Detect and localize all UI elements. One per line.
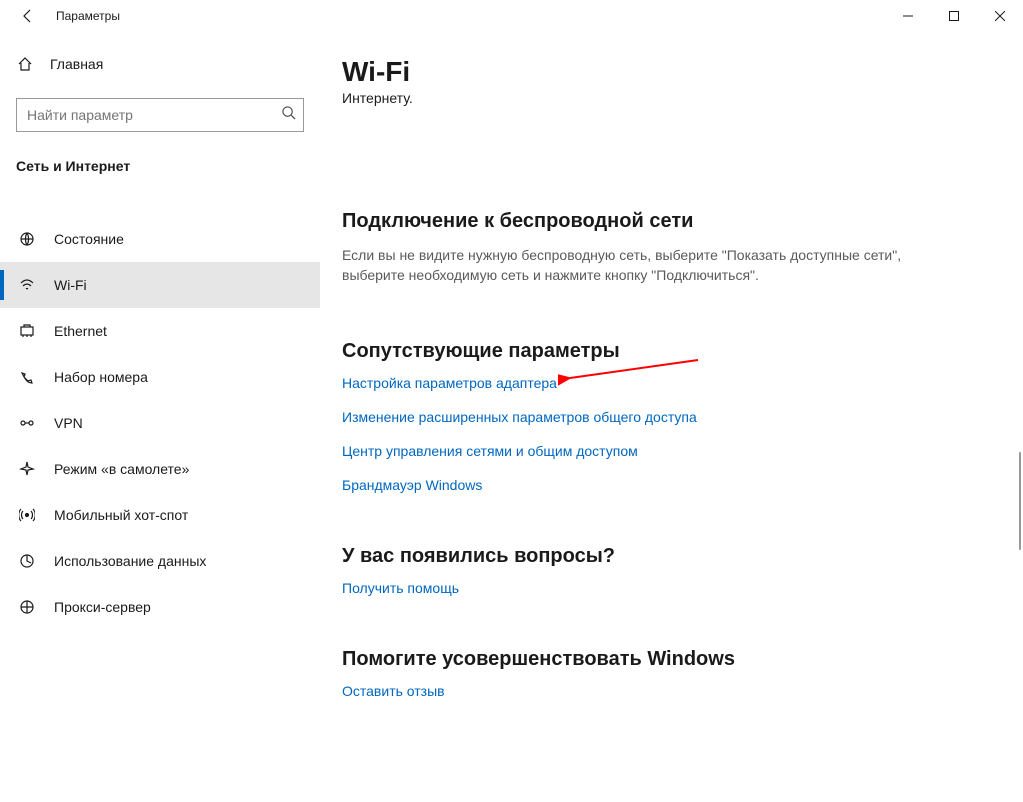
proxy-icon <box>18 598 36 616</box>
link-adapter-settings[interactable]: Настройка параметров адаптера <box>342 375 1001 391</box>
sidebar: Главная Сеть и Интернет Состояние Wi-Fi … <box>0 32 320 802</box>
section-questions-heading: У вас появились вопросы? <box>342 545 1001 568</box>
link-network-center[interactable]: Центр управления сетями и общим доступом <box>342 443 1001 459</box>
minimize-button[interactable] <box>885 0 931 32</box>
vpn-icon <box>18 414 36 432</box>
sidebar-item-label: VPN <box>54 415 83 431</box>
search-input[interactable] <box>16 98 304 132</box>
sidebar-item-label: Состояние <box>54 231 124 247</box>
status-icon <box>18 230 36 248</box>
sidebar-home[interactable]: Главная <box>0 44 320 84</box>
sidebar-home-label: Главная <box>50 56 103 72</box>
sidebar-nav: Состояние Wi-Fi Ethernet Набор номера VP… <box>0 216 320 630</box>
link-get-help[interactable]: Получить помощь <box>342 580 1001 596</box>
sidebar-category: Сеть и Интернет <box>0 144 320 186</box>
back-button[interactable] <box>8 0 48 32</box>
datausage-icon <box>18 552 36 570</box>
wifi-icon <box>18 276 36 294</box>
sidebar-item-hotspot[interactable]: Мобильный хот-спот <box>0 492 320 538</box>
dialup-icon <box>18 368 36 386</box>
sidebar-item-airplane[interactable]: Режим «в самолете» <box>0 446 320 492</box>
hotspot-icon <box>18 506 36 524</box>
search-icon <box>281 105 296 124</box>
sidebar-item-vpn[interactable]: VPN <box>0 400 320 446</box>
titlebar: Параметры <box>0 0 1023 32</box>
window-title: Параметры <box>48 9 120 23</box>
sidebar-item-ethernet[interactable]: Ethernet <box>0 308 320 354</box>
close-button[interactable] <box>977 0 1023 32</box>
link-feedback[interactable]: Оставить отзыв <box>342 683 1001 699</box>
sidebar-item-datausage[interactable]: Использование данных <box>0 538 320 584</box>
link-advanced-sharing[interactable]: Изменение расширенных параметров общего … <box>342 409 1001 425</box>
scrollbar-thumb[interactable] <box>1019 452 1021 550</box>
section-related-heading: Сопутствующие параметры <box>342 340 1001 363</box>
section-feedback-heading: Помогите усовершенствовать Windows <box>342 648 1001 671</box>
search-field-wrap <box>16 98 304 132</box>
sidebar-item-status[interactable]: Состояние <box>0 216 320 262</box>
sidebar-item-label: Прокси-сервер <box>54 599 151 615</box>
sidebar-item-dialup[interactable]: Набор номера <box>0 354 320 400</box>
page-title: Wi-Fi <box>342 56 1001 88</box>
section-connect-heading: Подключение к беспроводной сети <box>342 210 1001 233</box>
sidebar-item-wifi[interactable]: Wi-Fi <box>0 262 320 308</box>
sidebar-item-label: Набор номера <box>54 369 148 385</box>
home-icon <box>16 55 34 73</box>
main-content: Wi-Fi Интернету. Подключение к беспровод… <box>320 32 1023 802</box>
ethernet-icon <box>18 322 36 340</box>
sidebar-item-label: Wi-Fi <box>54 277 87 293</box>
sidebar-item-label: Мобильный хот-спот <box>54 507 188 523</box>
page-subline: Интернету. <box>342 90 1001 106</box>
airplane-icon <box>18 460 36 478</box>
sidebar-item-label: Использование данных <box>54 553 206 569</box>
link-firewall[interactable]: Брандмауэр Windows <box>342 477 1001 493</box>
sidebar-item-proxy[interactable]: Прокси-сервер <box>0 584 320 630</box>
sidebar-item-label: Ethernet <box>54 323 107 339</box>
maximize-button[interactable] <box>931 0 977 32</box>
sidebar-item-label: Режим «в самолете» <box>54 461 189 477</box>
connect-desc: Если вы не видите нужную беспроводную се… <box>342 245 962 286</box>
